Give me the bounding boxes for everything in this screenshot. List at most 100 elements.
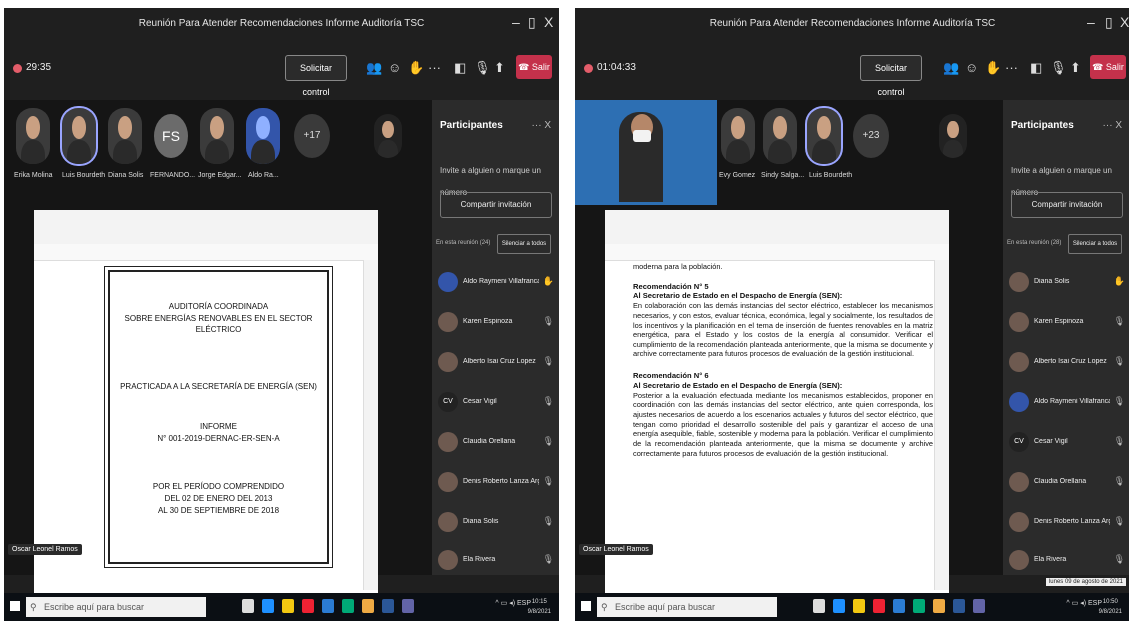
- chrome-icon[interactable]: [933, 599, 945, 613]
- clock-date: 9/8/2021: [527, 609, 551, 615]
- participant-row[interactable]: Karen Espinoza 🎙: [438, 310, 554, 336]
- chrome-icon[interactable]: [362, 599, 374, 613]
- participant-name: Erika Molina: [14, 172, 53, 179]
- participant-row[interactable]: Denis Roberto Lanza Argueta🎙: [1009, 510, 1125, 536]
- request-control-button[interactable]: Solicitar control: [285, 55, 347, 97]
- mic-off-icon: 🎙: [1113, 396, 1125, 406]
- participant-row[interactable]: Alberto Isai Cruz Lopez 🎙: [438, 350, 554, 376]
- share-invite-button[interactable]: Compartir invitación: [440, 192, 552, 218]
- windows-start-icon[interactable]: [10, 601, 20, 611]
- participant-avatar[interactable]: [807, 108, 841, 164]
- teams-icon[interactable]: [973, 599, 985, 613]
- more-participants[interactable]: +23: [853, 114, 889, 158]
- taskbar-clock[interactable]: 10:15 9/8/2021: [528, 597, 551, 617]
- word-icon[interactable]: [953, 599, 965, 613]
- maximize-icon[interactable]: ▯: [528, 14, 536, 31]
- leave-button[interactable]: ☎ Salir: [1090, 55, 1126, 79]
- taskbar-search[interactable]: ⚲ Escribe aquí para buscar: [26, 597, 206, 617]
- panel-close-icon[interactable]: ··· X: [1103, 120, 1122, 131]
- chat-icon[interactable]: ☺: [965, 60, 978, 75]
- teams-icon[interactable]: [402, 599, 414, 613]
- participant-avatar[interactable]: [721, 108, 755, 164]
- participant-name: Diana Solis: [1034, 278, 1070, 285]
- participant-row[interactable]: Diana Solis 🎙: [438, 510, 554, 536]
- camera-icon[interactable]: ◧: [454, 60, 466, 76]
- video-feed-tile[interactable]: [575, 100, 717, 205]
- invite-input[interactable]: Invite a alguien o marque un número: [1011, 160, 1121, 197]
- explorer-icon[interactable]: [282, 599, 294, 613]
- share-invite-button[interactable]: Compartir invitación: [1011, 192, 1123, 218]
- participant-name: Luis Bourdeth: [62, 172, 106, 179]
- close-icon[interactable]: X: [544, 14, 553, 30]
- acrobat-icon[interactable]: [873, 599, 885, 613]
- participant-row[interactable]: Ela Rivera 🎙: [1009, 548, 1125, 574]
- participant-row[interactable]: Claudia Orellana 🎙: [1009, 470, 1125, 496]
- participant-row[interactable]: Ela Rivera 🎙: [438, 548, 554, 574]
- people-icon[interactable]: 👥: [943, 60, 959, 76]
- mic-off-icon: 🎙: [542, 396, 554, 406]
- excel-icon[interactable]: [342, 599, 354, 613]
- participant-row[interactable]: CV Cesar Vigil 🎙: [438, 390, 554, 416]
- participant-row[interactable]: Karen Espinoza 🎙: [1009, 310, 1125, 336]
- mic-icon[interactable]: 🎙: [474, 60, 491, 76]
- reactions-icon[interactable]: ✋: [408, 60, 424, 76]
- taskbar-clock[interactable]: 10:50 9/8/2021: [1099, 597, 1122, 617]
- cover-line: POR EL PERÍODO COMPRENDIDO: [152, 482, 285, 491]
- chat-icon[interactable]: ☺: [388, 60, 401, 75]
- invite-input[interactable]: Invite a alguien o marque un número: [440, 160, 550, 197]
- share-icon[interactable]: ⬆: [1070, 60, 1081, 76]
- participant-row[interactable]: Claudia Orellana 🎙: [438, 430, 554, 456]
- participant-row[interactable]: Diana Solis ✋: [1009, 270, 1125, 296]
- pdf-toolbar: [605, 244, 949, 261]
- task-view-icon[interactable]: [242, 599, 254, 613]
- acrobat-icon[interactable]: [302, 599, 314, 613]
- mic-icon[interactable]: 🎙: [1050, 60, 1067, 76]
- camera-icon[interactable]: ◧: [1030, 60, 1042, 76]
- participant-name: Cesar Vigil: [463, 398, 497, 405]
- more-icon[interactable]: ···: [1005, 60, 1018, 75]
- minimize-icon[interactable]: –: [1087, 14, 1095, 30]
- participant-avatar[interactable]: [108, 108, 142, 164]
- mic-off-icon: ✋: [542, 276, 554, 286]
- participant-row[interactable]: Aldo Raymeni Villafranca Castro🎙: [1009, 390, 1125, 416]
- close-icon[interactable]: X: [1120, 14, 1129, 30]
- minimize-icon[interactable]: –: [512, 14, 520, 30]
- mute-all-button[interactable]: Silenciar a todos: [497, 234, 551, 254]
- participant-row[interactable]: Denis Roberto Lanza Argueta🎙: [438, 470, 554, 496]
- more-icon[interactable]: ···: [428, 60, 441, 75]
- taskbar-search[interactable]: ⚲ Escribe aquí para buscar: [597, 597, 777, 617]
- recording-icon: [584, 64, 593, 73]
- participant-name: Aldo Raymeni Villafranca ...: [463, 278, 539, 285]
- leave-button[interactable]: ☎ Salir: [516, 55, 552, 79]
- explorer-icon[interactable]: [853, 599, 865, 613]
- participant-avatar[interactable]: [200, 108, 234, 164]
- task-view-icon[interactable]: [813, 599, 825, 613]
- participant-avatar[interactable]: [763, 108, 797, 164]
- participant-row[interactable]: CV Cesar Vigil 🎙: [1009, 430, 1125, 456]
- mic-off-icon: 🎙: [542, 554, 554, 564]
- more-participants[interactable]: +17: [294, 114, 330, 158]
- panel-close-icon[interactable]: ··· X: [532, 120, 551, 131]
- participant-avatar[interactable]: [16, 108, 50, 164]
- edge-icon[interactable]: [262, 599, 274, 613]
- doc-line: moderna para la población.: [633, 262, 723, 271]
- participant-avatar-initials[interactable]: FS: [154, 114, 188, 158]
- word-icon[interactable]: [382, 599, 394, 613]
- store-icon[interactable]: [893, 599, 905, 613]
- participant-avatar[interactable]: [62, 108, 96, 164]
- participant-name: Claudia Orellana: [463, 438, 516, 445]
- reactions-icon[interactable]: ✋: [985, 60, 1001, 76]
- participant-row[interactable]: Aldo Raymeni Villafranca ...✋: [438, 270, 554, 296]
- maximize-icon[interactable]: ▯: [1105, 14, 1113, 31]
- participant-row[interactable]: Alberto Isai Cruz Lopez 🎙: [1009, 350, 1125, 376]
- excel-icon[interactable]: [913, 599, 925, 613]
- windows-start-icon[interactable]: [581, 601, 591, 611]
- store-icon[interactable]: [322, 599, 334, 613]
- people-icon[interactable]: 👥: [366, 60, 382, 76]
- participant-avatar[interactable]: [246, 108, 280, 164]
- mute-all-button[interactable]: Silenciar a todos: [1068, 234, 1122, 254]
- request-control-button[interactable]: Solicitar control: [860, 55, 922, 97]
- share-icon[interactable]: ⬆: [494, 60, 505, 76]
- edge-icon[interactable]: [833, 599, 845, 613]
- participant-name: Alberto Isai Cruz Lopez: [1034, 358, 1107, 365]
